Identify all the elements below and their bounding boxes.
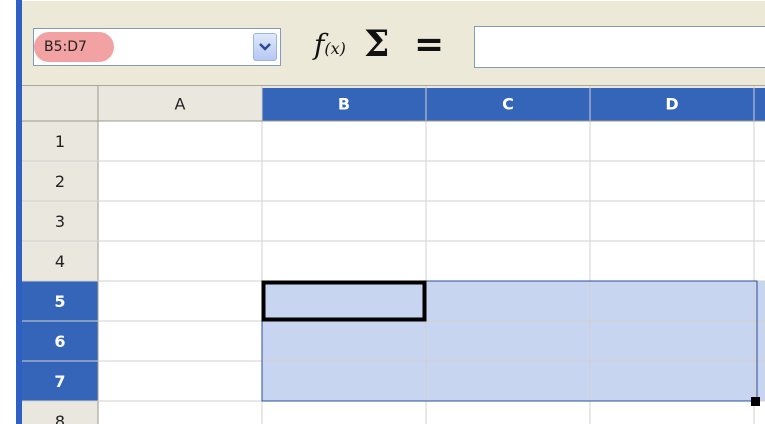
- row-header-4[interactable]: 4: [55, 252, 65, 271]
- spreadsheet-grid[interactable]: A B C D 1 2 3 4 5 6 7 8: [22, 86, 765, 424]
- row-header-5[interactable]: 5: [54, 292, 65, 311]
- row-header-3[interactable]: 3: [55, 212, 65, 231]
- name-box-value: B5:D7: [34, 32, 114, 62]
- fill-handle[interactable]: [751, 397, 760, 406]
- function-wizard-icon[interactable]: f(x): [314, 27, 346, 67]
- row-header-7[interactable]: 7: [54, 372, 65, 391]
- row-header-6[interactable]: 6: [54, 332, 65, 351]
- row-header-8[interactable]: 8: [55, 412, 65, 424]
- sum-icon[interactable]: Σ: [364, 22, 389, 66]
- column-header-d[interactable]: D: [665, 95, 678, 114]
- function-equals-icon[interactable]: =: [414, 23, 444, 67]
- column-header-a[interactable]: A: [175, 95, 186, 114]
- selection-range: [262, 281, 765, 401]
- row-header-1[interactable]: 1: [55, 132, 65, 151]
- name-box[interactable]: B5:D7: [33, 28, 281, 66]
- chevron-down-icon: [259, 43, 271, 51]
- name-box-dropdown-button[interactable]: [253, 33, 277, 61]
- column-header-b[interactable]: B: [338, 95, 350, 114]
- select-all-corner[interactable]: [22, 86, 98, 121]
- row-header-2[interactable]: 2: [55, 172, 65, 191]
- spreadsheet-window: B5:D7 f(x) Σ = A B C D 1 2 3 4 5 6 7 8: [0, 0, 765, 424]
- formula-input[interactable]: [474, 26, 765, 68]
- column-header-c[interactable]: C: [502, 95, 514, 114]
